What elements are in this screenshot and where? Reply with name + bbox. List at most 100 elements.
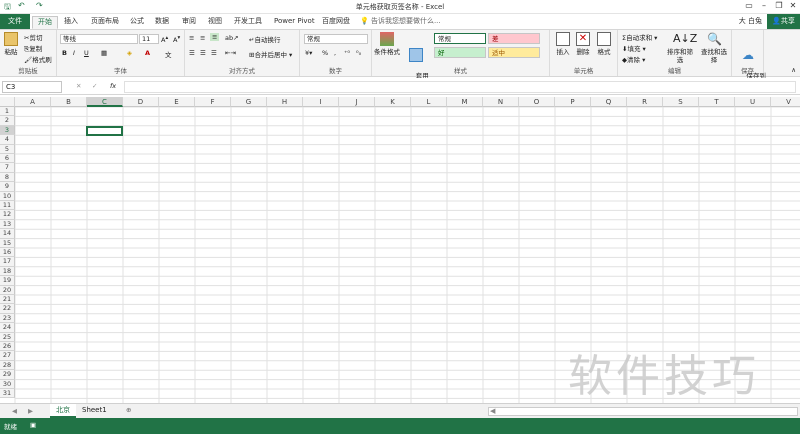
style-normal[interactable]: 常规 [434, 33, 486, 44]
shrink-font-icon[interactable]: A▾ [173, 35, 180, 44]
row-header-14[interactable]: 14 [0, 229, 15, 239]
increase-decimal-icon[interactable]: ⁺⁰ [344, 49, 350, 57]
tab-insert[interactable]: 插入 [64, 16, 78, 29]
borders-icon[interactable]: ▦ [101, 49, 107, 57]
column-header-K[interactable]: K [375, 97, 411, 107]
row-header-28[interactable]: 28 [0, 360, 15, 371]
font-name-select[interactable]: 等线 [60, 34, 138, 44]
percent-button[interactable]: % [322, 49, 328, 57]
column-header-F[interactable]: F [195, 97, 231, 107]
fx-icon[interactable]: fx [110, 82, 116, 90]
enter-icon[interactable]: ✓ [92, 82, 97, 90]
row-header-17[interactable]: 17 [0, 257, 15, 267]
row-header-8[interactable]: 8 [0, 172, 15, 183]
sheet-tab-active[interactable]: 北京 [50, 404, 76, 418]
tab-home[interactable]: 开始 [32, 16, 58, 29]
row-header-3[interactable]: 3 [0, 125, 15, 136]
row-header-27[interactable]: 27 [0, 351, 15, 361]
row-header-15[interactable]: 15 [0, 238, 15, 248]
column-header-J[interactable]: J [339, 97, 375, 107]
row-header-21[interactable]: 21 [0, 295, 15, 305]
row-header-30[interactable]: 30 [0, 379, 15, 389]
column-header-R[interactable]: R [627, 97, 663, 107]
tab-review[interactable]: 审阅 [182, 16, 196, 29]
align-center-icon[interactable]: ☰ [200, 49, 206, 57]
add-sheet-icon[interactable]: ⊕ [126, 406, 131, 414]
insert-cells-button[interactable]: 插入 [554, 32, 572, 56]
column-header-T[interactable]: T [699, 97, 735, 107]
prev-sheet-icon[interactable]: ◀ [12, 407, 17, 415]
user-name[interactable]: 大 白兔 [739, 16, 762, 26]
column-header-S[interactable]: S [663, 97, 699, 107]
column-header-E[interactable]: E [159, 97, 195, 107]
share-button[interactable]: 👤共享 [767, 14, 800, 29]
row-header-31[interactable]: 31 [0, 389, 15, 399]
row-header-25[interactable]: 25 [0, 332, 15, 342]
align-bottom-icon[interactable]: ≡ [210, 33, 220, 41]
collapse-ribbon-icon[interactable]: ∧ [791, 66, 796, 74]
row-header-12[interactable]: 12 [0, 210, 15, 220]
minimize-icon[interactable]: – [757, 1, 771, 13]
format-painter-button[interactable]: 🖌格式刷 [24, 54, 52, 64]
tab-formulas[interactable]: 公式 [130, 16, 144, 29]
column-header-C[interactable]: C [87, 97, 123, 107]
tab-view[interactable]: 视图 [208, 16, 222, 29]
column-header-O[interactable]: O [519, 97, 555, 107]
cancel-icon[interactable]: ✕ [76, 82, 81, 90]
font-color-button[interactable]: A [145, 49, 150, 57]
column-header-P[interactable]: P [555, 97, 591, 107]
copy-button[interactable]: ⎘复制 [24, 43, 42, 54]
row-header-23[interactable]: 23 [0, 313, 15, 324]
row-header-6[interactable]: 6 [0, 154, 15, 164]
autosum-button[interactable]: Σ自动求和 ▾ [622, 32, 657, 42]
align-right-icon[interactable]: ☰ [211, 49, 217, 57]
column-header-B[interactable]: B [51, 97, 87, 107]
row-header-10[interactable]: 10 [0, 191, 15, 201]
row-header-11[interactable]: 11 [0, 201, 15, 211]
column-header-V[interactable]: V [771, 97, 800, 107]
horizontal-scrollbar[interactable]: ◀ [488, 407, 798, 416]
column-header-I[interactable]: I [303, 97, 339, 107]
column-header-D[interactable]: D [123, 97, 159, 107]
delete-cells-button[interactable]: ✕ 删除 [574, 32, 592, 56]
row-header-7[interactable]: 7 [0, 163, 15, 173]
row-header-16[interactable]: 16 [0, 248, 15, 258]
wrap-text-button[interactable]: ↵自动换行 [249, 34, 280, 44]
select-all-corner[interactable] [0, 97, 15, 107]
align-middle-icon[interactable]: ≡ [200, 34, 205, 42]
row-header-1[interactable]: 1 [0, 107, 15, 117]
name-box[interactable]: C3 [2, 81, 62, 93]
merge-center-button[interactable]: ⊞合并后居中 ▾ [249, 49, 292, 59]
row-header-20[interactable]: 20 [0, 285, 15, 295]
row-header-9[interactable]: 9 [0, 182, 15, 192]
format-cells-button[interactable]: 格式 [595, 32, 613, 56]
row-header-13[interactable]: 13 [0, 219, 15, 230]
row-header-2[interactable]: 2 [0, 116, 15, 126]
active-cell[interactable] [86, 126, 123, 136]
style-bad[interactable]: 差 [488, 33, 540, 44]
macro-record-icon[interactable]: ▣ [30, 421, 36, 429]
column-header-N[interactable]: N [483, 97, 519, 107]
scroll-left-icon[interactable]: ◀ [490, 407, 495, 415]
tab-developer[interactable]: 开发工具 [234, 16, 262, 29]
column-header-U[interactable]: U [735, 97, 771, 107]
find-select-button[interactable]: 🔍 查找和选择 [698, 32, 730, 64]
tab-page-layout[interactable]: 页面布局 [91, 16, 119, 29]
conditional-format-button[interactable]: 条件格式 [374, 32, 400, 56]
phonetic-icon[interactable]: 文 [165, 49, 172, 59]
ribbon-options-icon[interactable]: ▭ [742, 1, 756, 13]
column-header-H[interactable]: H [267, 97, 303, 107]
row-header-26[interactable]: 26 [0, 342, 15, 352]
row-header-4[interactable]: 4 [0, 135, 15, 145]
row-header-24[interactable]: 24 [0, 323, 15, 333]
row-header-19[interactable]: 19 [0, 276, 15, 286]
column-header-G[interactable]: G [231, 97, 267, 107]
bold-button[interactable]: B [62, 49, 67, 57]
column-header-L[interactable]: L [411, 97, 447, 107]
tell-me-search[interactable]: 💡 告诉我您想要做什么... [360, 16, 441, 26]
column-header-M[interactable]: M [447, 97, 483, 107]
tab-data[interactable]: 数据 [155, 16, 169, 29]
italic-button[interactable]: I [73, 49, 75, 57]
formula-input[interactable] [124, 81, 796, 93]
align-left-icon[interactable]: ☰ [189, 49, 195, 57]
